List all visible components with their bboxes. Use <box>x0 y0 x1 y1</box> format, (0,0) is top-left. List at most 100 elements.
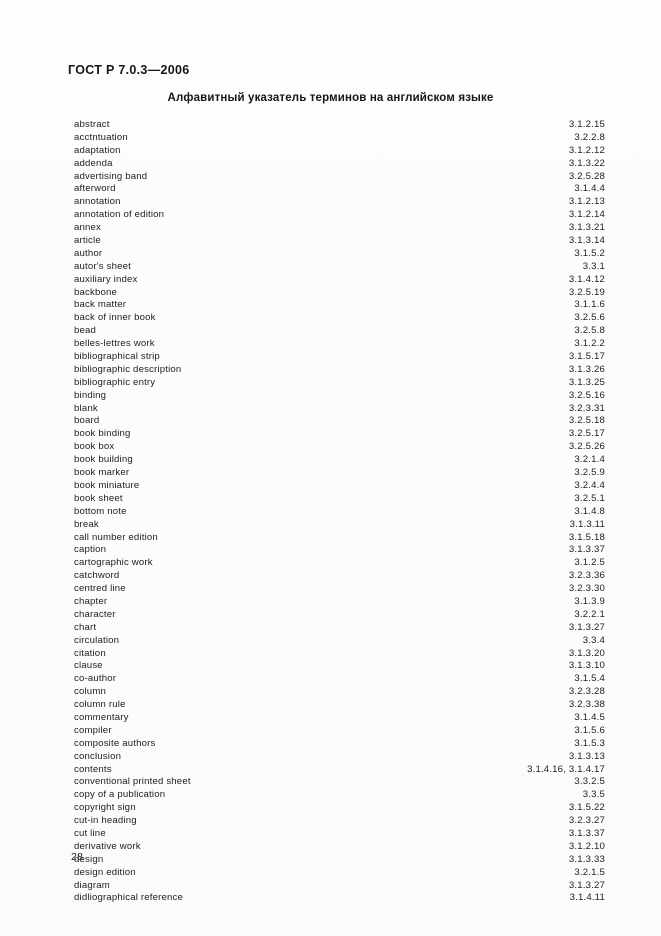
index-entry-row: backbone 3.2.5.19 <box>74 287 605 300</box>
page-number: 28 <box>71 851 84 863</box>
index-reference: 3.1.3.37 <box>568 827 605 839</box>
index-reference: 3.2.1.4 <box>574 454 605 466</box>
index-reference: 3.1.4.8 <box>574 505 605 517</box>
index-term: book box <box>74 441 115 453</box>
index-term: back matter <box>74 299 127 311</box>
index-term: compiler <box>74 724 112 736</box>
index-term: bibliographic description <box>74 363 182 375</box>
index-term: annotation <box>74 196 121 208</box>
page-title: Алфавитный указатель терминов на английс… <box>167 92 494 104</box>
index-term: catchword <box>74 570 120 582</box>
index-reference: 3.1.5.2 <box>574 247 605 259</box>
index-reference: 3.2.1.5 <box>574 866 605 878</box>
index-term: book binding <box>74 428 131 440</box>
index-entry-row: co-author 3.1.5.4 <box>74 673 605 686</box>
index-reference: 3.1.5.4 <box>574 673 605 685</box>
index-term: binding <box>74 389 107 401</box>
index-entry-row: back matter 3.1.1.6 <box>74 299 605 312</box>
index-reference: 3.1.3.9 <box>574 595 605 607</box>
index-entry-row: design 3.1.3.33 <box>74 854 605 867</box>
index-term: derivative work <box>74 840 141 852</box>
index-term: acctntuation <box>74 131 128 143</box>
index-term: backbone <box>74 286 118 298</box>
index-entry-row: didliographical reference 3.1.4.11 <box>74 892 605 905</box>
index-reference: 3.2.3.30 <box>568 583 605 595</box>
index-reference: 3.2.3.28 <box>568 686 605 698</box>
index-entry-row: blank 3.2.3.31 <box>74 403 605 416</box>
index-term: didliographical reference <box>74 892 184 904</box>
index-reference: 3.1.3.10 <box>568 660 605 672</box>
index-reference: 3.2.5.26 <box>568 441 605 453</box>
index-entry-row: bibliographic description 3.1.3.26 <box>74 364 605 377</box>
index-entry-row: clause 3.1.3.10 <box>74 660 605 673</box>
index-term: conventional printed sheet <box>74 776 191 788</box>
index-entry-row: bibliographic entry 3.1.3.25 <box>74 377 605 390</box>
index-term: afterword <box>74 183 116 195</box>
index-reference: 3.1.2.15 <box>568 119 605 130</box>
index-term: autor's sheet <box>74 260 131 272</box>
index-term: cut-in heading <box>74 815 137 827</box>
index-entry-row: book building 3.2.1.4 <box>74 454 605 467</box>
index-reference: 3.1.2.12 <box>568 144 605 156</box>
index-term: article <box>74 235 101 247</box>
index-entry-row: book sheet 3.2.5.1 <box>74 493 605 506</box>
index-reference: 3.1.3.14 <box>568 235 605 247</box>
index-term: circulation <box>74 634 120 646</box>
index-entry-row: book binding 3.2.5.17 <box>74 428 605 441</box>
index-reference: 3.3.4 <box>582 634 605 646</box>
index-term: composite authors <box>74 737 156 749</box>
index-reference: 3.2.3.31 <box>568 402 605 414</box>
index-reference: 3.1.3.13 <box>568 750 605 762</box>
index-term: column rule <box>74 699 126 711</box>
index-entry-row: annex 3.1.3.21 <box>74 222 605 235</box>
index-reference: 3.1.2.14 <box>568 209 605 221</box>
index-term: design edition <box>74 866 136 878</box>
index-entry-row: advertising band 3.2.5.28 <box>74 171 605 184</box>
index-entry-row: column 3.2.3.28 <box>74 686 605 699</box>
index-entry-row: cut line 3.1.3.37 <box>74 828 605 841</box>
alphabetical-index-list: abstract 3.1.2.15 acctntuation 3.2.2.8 adapt… <box>74 119 605 905</box>
index-reference: 3.1.3.37 <box>568 544 605 556</box>
page-content: ГОСТ Р 7.0.3—2006 Алфавитный указатель т… <box>0 0 661 936</box>
index-reference: 3.3.1 <box>582 260 605 272</box>
index-reference: 3.2.5.1 <box>574 492 605 504</box>
index-reference: 3.2.5.6 <box>574 312 605 324</box>
index-entry-row: board 3.2.5.18 <box>74 415 605 428</box>
index-term: bibliographical strip <box>74 351 160 363</box>
index-term: column <box>74 686 107 698</box>
index-reference: 3.1.3.20 <box>568 647 605 659</box>
index-reference: 3.2.5.16 <box>568 389 605 401</box>
index-entry-row: book miniature 3.2.4.4 <box>74 480 605 493</box>
index-reference: 3.1.4.4 <box>574 183 605 195</box>
index-entry-row: diagram 3.1.3.27 <box>74 880 605 893</box>
index-term: bead <box>74 325 97 337</box>
index-term: adaptation <box>74 144 121 156</box>
index-reference: 3.2.5.18 <box>568 415 605 427</box>
index-term: auxiliary index <box>74 273 138 285</box>
index-entry-row: chart 3.1.3.27 <box>74 622 605 635</box>
index-reference: 3.1.2.10 <box>568 840 605 852</box>
index-reference: 3.3.5 <box>582 789 605 801</box>
index-entry-row: book marker 3.2.5.9 <box>74 467 605 480</box>
index-term: belles-lettres work <box>74 338 155 350</box>
index-reference: 3.2.5.17 <box>568 428 605 440</box>
index-entry-row: copy of a publication 3.3.5 <box>74 789 605 802</box>
index-entry-row: abstract 3.1.2.15 <box>74 119 605 132</box>
index-reference: 3.1.4.11 <box>569 892 605 904</box>
index-entry-row: bead 3.2.5.8 <box>74 325 605 338</box>
index-entry-row: caption 3.1.3.37 <box>74 544 605 557</box>
index-reference: 3.2.3.38 <box>568 699 605 711</box>
index-entry-row: autor's sheet 3.3.1 <box>74 261 605 274</box>
index-entry-row: cartographic work 3.1.2.5 <box>74 557 605 570</box>
index-term: board <box>74 415 100 427</box>
index-entry-row: binding 3.2.5.16 <box>74 390 605 403</box>
index-entry-row: compiler 3.1.5.6 <box>74 725 605 738</box>
index-term: diagram <box>74 879 110 891</box>
document-page: ГОСТ Р 7.0.3—2006 Алфавитный указатель т… <box>0 0 661 936</box>
index-term: contents <box>74 763 112 775</box>
index-term: cut line <box>74 827 106 839</box>
index-entry-row: contents 3.1.4.16, 3.1.4.17 <box>74 764 605 777</box>
index-term: abstract <box>74 119 110 130</box>
index-term: chapter <box>74 595 108 607</box>
index-term: book miniature <box>74 479 140 491</box>
